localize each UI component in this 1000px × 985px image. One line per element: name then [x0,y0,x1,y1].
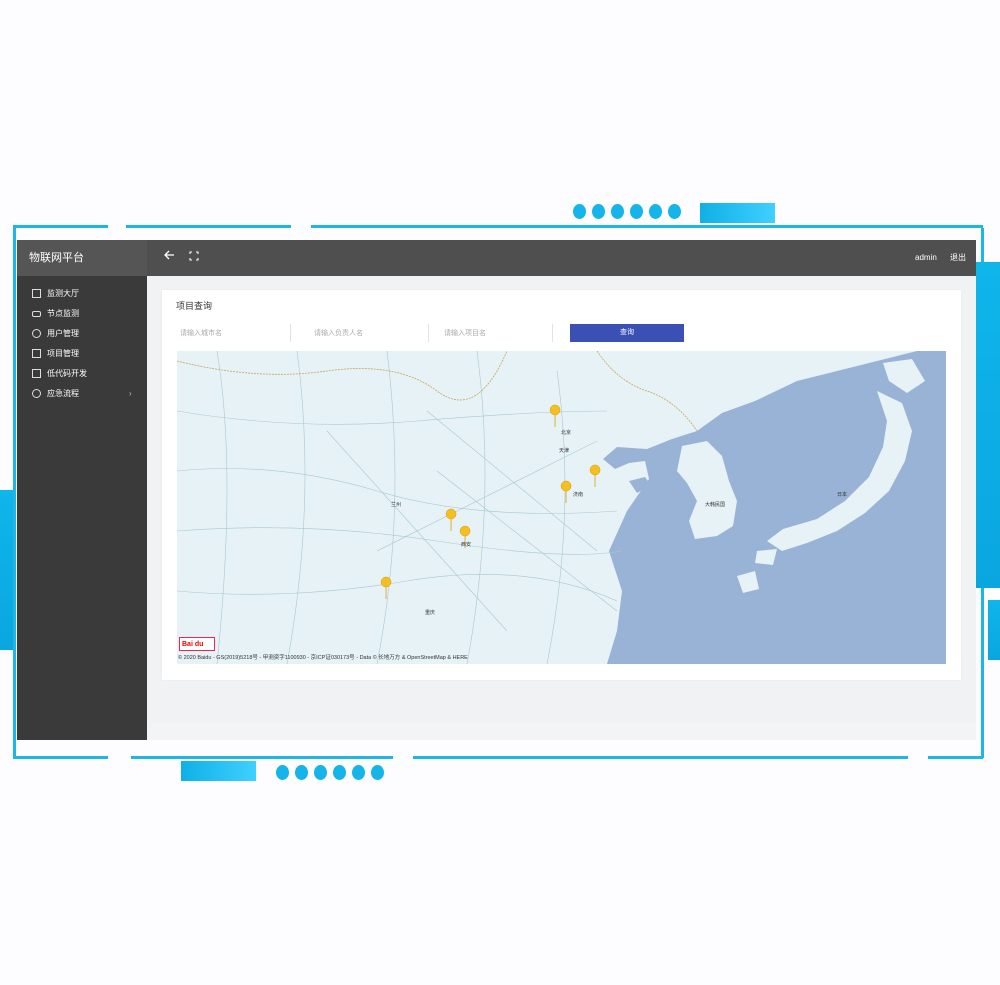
user-icon [32,329,41,338]
frame-dot [611,204,624,219]
baidu-map[interactable]: 北京 天津 济南 西安 重庆 兰州 大韩民国 日本 Bai du © 2020 … [177,351,946,664]
code-icon [32,369,41,378]
frame-left-line [13,225,16,759]
sidebar-item-project-manage[interactable]: 项目管理 [17,344,147,364]
sidebar-item-label: 监测大厅 [47,289,79,298]
frame-bottom-mid-line [131,756,393,759]
app-window: 物联网平台 admin 退出 监测大厅 节点监测 用户管理 项目管理 低代码开发 [17,240,976,740]
fullscreen-icon[interactable] [186,249,202,265]
frame-top-block [700,203,775,223]
frame-dot [371,765,384,780]
frame-top-right-line [311,225,983,228]
sidebar-item-monitor-hall[interactable]: 监测大厅 [17,284,147,304]
map-label-beijing: 北京 [561,430,572,436]
frame-dot [295,765,308,780]
sidebar-item-label: 节点监测 [47,309,79,318]
frame-left-edge [0,490,13,650]
frame-bottom-end-line [928,756,983,759]
sidebar-item-user-manage[interactable]: 用户管理 [17,324,147,344]
chevron-right-icon: › [129,389,132,398]
project-input[interactable] [440,324,553,342]
project-query-card: 项目查询 查询 [162,290,961,680]
sidebar-item-label: 应急流程 [47,389,79,398]
logout-button[interactable]: 退出 [950,240,966,276]
chart-icon [32,289,41,298]
map-label-xian: 西安 [461,542,472,548]
sidebar: 监测大厅 节点监测 用户管理 项目管理 低代码开发 应急流程 › [17,276,147,740]
frame-dot [573,204,586,219]
user-name[interactable]: admin [915,240,937,276]
sidebar-item-label: 低代码开发 [47,369,87,378]
owner-input[interactable] [310,324,429,342]
map-label-chongqing: 重庆 [425,610,436,616]
frame-bottom-left-line [13,756,108,759]
query-button[interactable]: 查询 [570,324,684,342]
map-copyright: © 2020 Baidu - GS(2019)5218号 - 甲测资字11009… [178,655,468,661]
map-label-jinan: 济南 [573,492,584,498]
brand-title: 物联网平台 [17,240,147,276]
sidebar-item-label: 项目管理 [47,349,79,358]
map-label-japan: 日本 [837,492,848,498]
baidu-logo[interactable]: Bai du [179,637,215,651]
monitor-icon [32,311,41,317]
frame-dot [333,765,346,780]
page-title: 项目查询 [176,301,213,311]
frame-right-edge-lower [988,600,1000,660]
top-bar: 物联网平台 admin 退出 [17,240,976,276]
map-label-korea: 大韩民国 [705,502,726,508]
frame-dot [668,204,681,219]
sidebar-item-label: 用户管理 [47,329,79,338]
frame-dot [630,204,643,219]
map-label-lanzhou: 兰州 [391,502,402,508]
frame-dot [314,765,327,780]
frame-top-mid-line [126,225,291,228]
sidebar-item-emergency[interactable]: 应急流程 › [17,384,147,404]
bottom-strip [147,721,976,740]
frame-top-left-line [13,225,108,228]
flow-icon [32,389,41,398]
frame-dot [276,765,289,780]
edit-icon [32,349,41,358]
frame-dot [352,765,365,780]
frame-dot [649,204,662,219]
city-input[interactable] [176,324,291,342]
frame-bottom-right-line [413,756,908,759]
frame-bottom-block [181,761,256,781]
frame-right-edge [976,262,1000,588]
sidebar-item-lowcode[interactable]: 低代码开发 [17,364,147,384]
frame-dot [592,204,605,219]
arrow-left-icon[interactable] [161,249,177,265]
map-canvas [177,351,946,664]
map-label-tianjin: 天津 [559,448,570,454]
sidebar-item-node-monitor[interactable]: 节点监测 [17,304,147,324]
main-content: 项目查询 查询 [147,276,976,721]
